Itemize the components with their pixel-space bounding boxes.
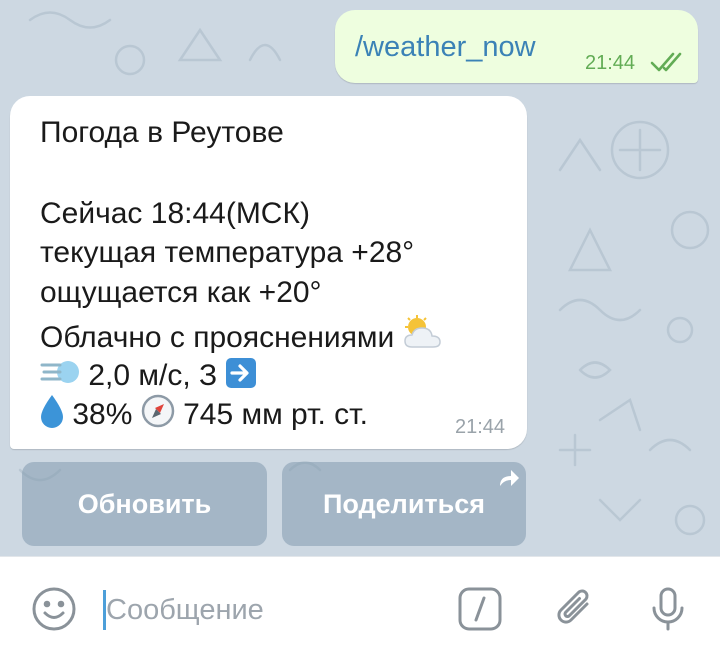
- emoji-button[interactable]: [26, 581, 82, 637]
- message-input[interactable]: [106, 587, 436, 633]
- refresh-button-label: Обновить: [77, 488, 212, 519]
- droplet-icon: [41, 395, 63, 428]
- double-check-icon: [650, 52, 682, 72]
- sun-behind-cloud-icon: [403, 315, 441, 348]
- right-arrow-icon: [226, 358, 257, 388]
- message-time: 21:44: [455, 416, 506, 438]
- message-feels-like-line: ощущается как +20°: [40, 276, 322, 309]
- refresh-button[interactable]: Обновить: [22, 462, 267, 546]
- incoming-message[interactable]: Погода в Реутове Сейчас 18:44(МСК) текущ…: [10, 96, 527, 449]
- paperclip-icon: [557, 589, 589, 624]
- message-condition-line: Облачно с прояснениями: [40, 315, 445, 355]
- message-title: Погода в Реутове: [40, 116, 284, 149]
- message-wind-line: 2,0 м/с, З: [40, 355, 257, 393]
- message-time-line: Сейчас 18:44(МСК): [40, 197, 310, 230]
- message-time: 21:44: [585, 52, 636, 74]
- humidity-text: 38%: [72, 398, 133, 431]
- message-conditions-line: 38% 745 мм рт. ст.: [40, 394, 368, 432]
- message-composer: [0, 556, 720, 657]
- pressure-text: 745 мм рт. ст.: [183, 398, 368, 431]
- bot-commands-button[interactable]: [452, 581, 508, 637]
- command-text[interactable]: /weather_now: [355, 31, 536, 64]
- condition-text: Облачно с прояснениями: [40, 321, 395, 354]
- slash-command-icon: [458, 587, 502, 631]
- attach-button[interactable]: [548, 581, 604, 637]
- microphone-icon: [652, 587, 684, 631]
- smiley-icon: [32, 587, 76, 631]
- share-button-label: Поделиться: [322, 488, 486, 519]
- wind-face-icon: [40, 361, 79, 383]
- outgoing-message[interactable]: /weather_now 21:44: [335, 10, 698, 83]
- wind-text: 2,0 м/с, З: [88, 359, 218, 392]
- message-temperature-line: текущая температура +28°: [40, 236, 415, 269]
- share-arrow-icon: [500, 470, 519, 486]
- voice-message-button[interactable]: [640, 581, 696, 637]
- compass-icon: [141, 394, 174, 428]
- share-button[interactable]: Поделиться: [282, 462, 526, 546]
